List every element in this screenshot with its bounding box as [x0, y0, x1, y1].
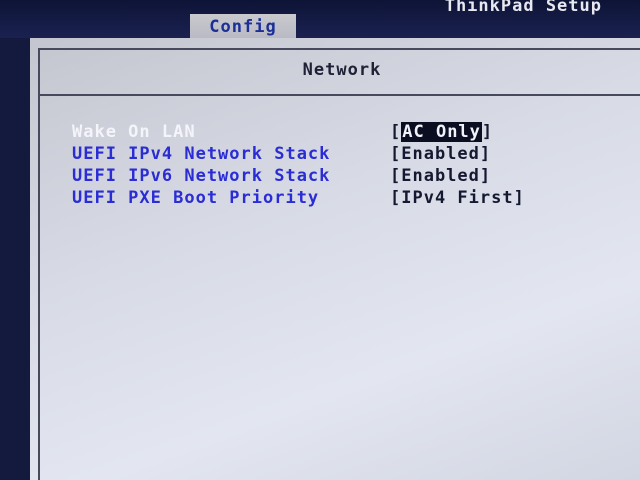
setting-row-uefi-ipv6-network-stack[interactable]: UEFI IPv6 Network Stack [Enabled]: [72, 166, 592, 188]
setting-value[interactable]: [IPv4 First]: [390, 188, 525, 208]
value-highlight: AC Only: [401, 122, 482, 142]
setting-label: Wake On LAN: [72, 122, 196, 142]
setting-label: UEFI IPv6 Network Stack: [72, 166, 331, 186]
setting-row-uefi-pxe-boot-priority[interactable]: UEFI PXE Boot Priority [IPv4 First]: [72, 188, 592, 210]
setting-row-wake-on-lan[interactable]: Wake On LAN [AC Only]: [72, 122, 592, 144]
section-title: Network: [302, 60, 382, 80]
setting-value[interactable]: [AC Only]: [390, 122, 493, 142]
app-title: ThinkPad Setup: [444, 0, 602, 16]
setting-value[interactable]: [Enabled]: [390, 144, 491, 164]
setting-label: UEFI PXE Boot Priority: [72, 188, 320, 208]
tab-config[interactable]: Config: [190, 14, 296, 38]
setting-label: UEFI IPv4 Network Stack: [72, 144, 331, 164]
value-bracket-close: ]: [481, 122, 494, 142]
settings-list: Wake On LAN [AC Only] UEFI IPv4 Network …: [72, 122, 592, 210]
setting-row-uefi-ipv4-network-stack[interactable]: UEFI IPv4 Network Stack [Enabled]: [72, 144, 592, 166]
section-header: Network: [40, 50, 640, 96]
setting-value[interactable]: [Enabled]: [390, 166, 491, 186]
top-bar: ThinkPad Setup Config: [0, 0, 640, 38]
value-bracket-open: [: [390, 122, 402, 142]
settings-panel: Network Wake On LAN [AC Only] UEFI IPv4 …: [30, 38, 640, 480]
panel-frame: Network: [38, 48, 640, 480]
